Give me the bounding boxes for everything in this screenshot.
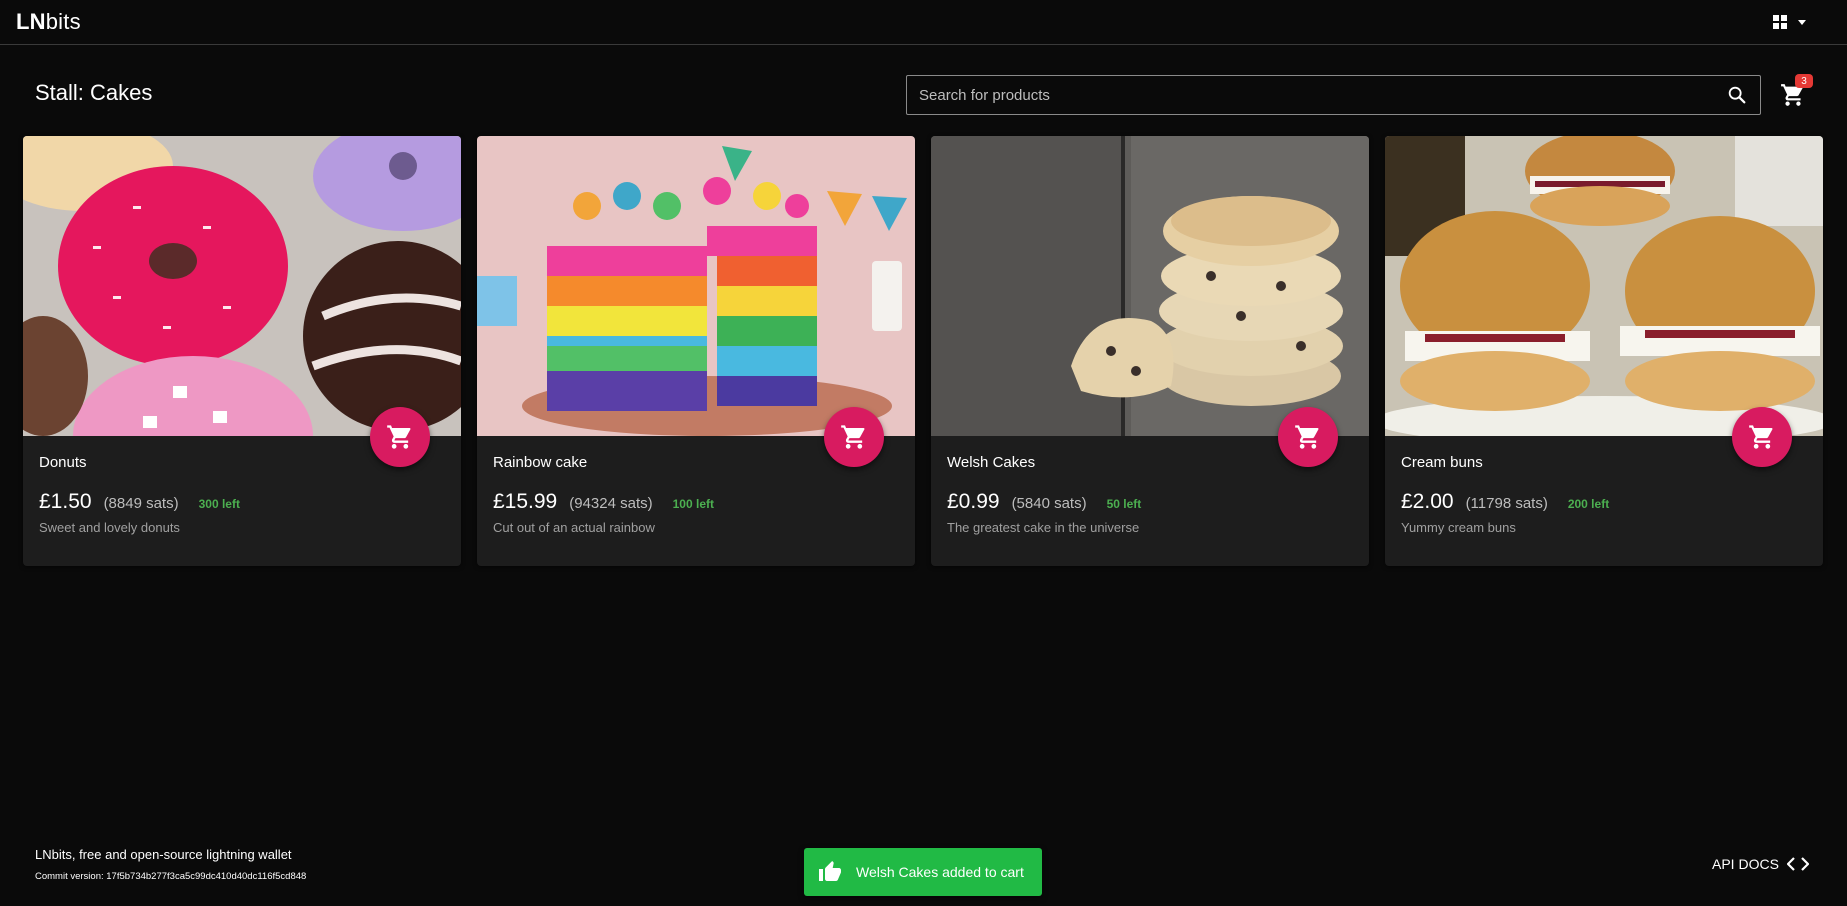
product-description: Cut out of an actual rainbow — [493, 520, 655, 535]
toast-message: Welsh Cakes added to cart — [856, 864, 1024, 880]
product-sats: (5840 sats) — [1011, 495, 1087, 512]
cart-count-badge: 3 — [1795, 74, 1813, 88]
stock-left: 300 left — [198, 497, 240, 511]
product-card[interactable]: Cream buns £2.00 (11798 sats) 200 left Y… — [1385, 136, 1823, 566]
dropdown-arrow-icon[interactable] — [1795, 15, 1809, 29]
footer-tagline: LNbits, free and open-source lightning w… — [35, 847, 292, 862]
add-to-cart-button[interactable] — [1278, 407, 1338, 467]
page-title: Stall: Cakes — [35, 80, 153, 105]
thumb-up-icon — [819, 861, 841, 881]
cart-icon — [387, 425, 411, 449]
stock-left: 50 left — [1106, 497, 1142, 511]
apps-icon[interactable] — [1773, 15, 1787, 29]
product-price: £15.99 — [493, 490, 558, 513]
product-card[interactable]: Welsh Cakes £0.99 (5840 sats) 50 left Th… — [931, 136, 1369, 566]
product-card[interactable]: Rainbow cake £15.99 (94324 sats) 100 lef… — [477, 136, 915, 566]
cream-buns-photo — [1385, 136, 1823, 436]
search-field[interactable] — [906, 75, 1761, 115]
product-description: Yummy cream buns — [1401, 520, 1516, 535]
cart-icon — [1295, 425, 1319, 449]
product-sats: (11798 sats) — [1465, 495, 1548, 512]
product-card[interactable]: Donuts £1.50 (8849 sats) 300 left Sweet … — [23, 136, 461, 566]
donuts-photo — [23, 136, 461, 436]
dark-mode-moon-icon[interactable] — [1817, 14, 1831, 30]
product-sats: (94324 sats) — [569, 495, 653, 512]
search-input[interactable] — [919, 86, 1726, 104]
stock-left: 200 left — [1567, 497, 1610, 511]
add-to-cart-button[interactable] — [370, 407, 430, 467]
product-grid: Donuts £1.50 (8849 sats) 300 left Sweet … — [23, 136, 1823, 566]
product-description: The greatest cake in the universe — [947, 520, 1140, 535]
product-description: Sweet and lovely donuts — [39, 520, 180, 535]
product-price: £1.50 — [39, 490, 92, 513]
cart-icon — [841, 425, 865, 449]
product-name: Cream buns — [1401, 454, 1483, 471]
add-to-cart-button[interactable] — [1732, 407, 1792, 467]
product-price: £0.99 — [947, 490, 1000, 513]
product-name: Welsh Cakes — [947, 454, 1036, 471]
commit-version: Commit version: 17f5b734b277f3ca5c99dc41… — [35, 871, 307, 882]
top-bar: LNbits — [0, 0, 1847, 45]
stock-left: 100 left — [672, 497, 714, 511]
cart-icon — [1749, 425, 1773, 449]
cart-button[interactable]: 3 — [1780, 74, 1813, 110]
product-price: £2.00 — [1401, 490, 1454, 513]
api-docs-label: API DOCS — [1712, 856, 1779, 872]
api-docs-link[interactable]: API DOCS — [1712, 856, 1809, 872]
product-sats: (8849 sats) — [103, 495, 179, 512]
search-icon[interactable] — [1726, 84, 1748, 106]
product-name: Donuts — [39, 454, 87, 471]
welsh-cakes-photo — [931, 136, 1369, 436]
add-to-cart-button[interactable] — [824, 407, 884, 467]
product-name: Rainbow cake — [493, 454, 588, 471]
added-to-cart-toast: Welsh Cakes added to cart — [804, 848, 1042, 896]
rainbow-cake-photo — [477, 136, 915, 436]
app-logo[interactable]: LNbits — [16, 9, 81, 35]
code-icon — [1786, 857, 1809, 871]
